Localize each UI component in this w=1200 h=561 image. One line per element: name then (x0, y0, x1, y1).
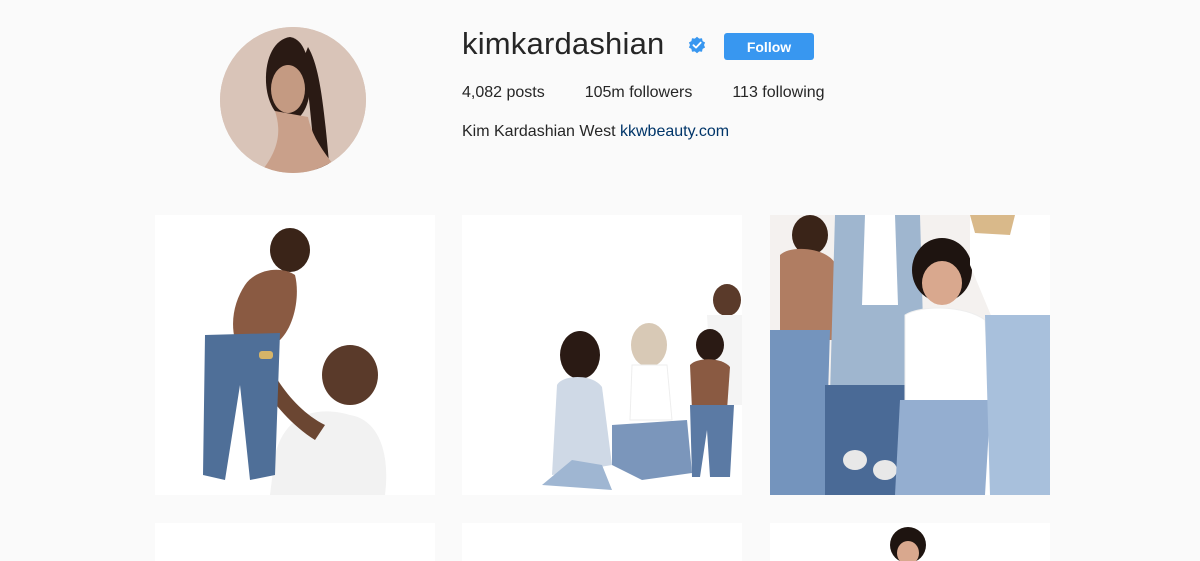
post-image (770, 523, 1050, 561)
followers-count[interactable]: 105m followers (585, 84, 693, 102)
avatar-image (220, 27, 366, 173)
post-thumbnail[interactable] (155, 215, 435, 495)
profile-stats: 4,082 posts 105m followers 113 following (462, 84, 865, 102)
post-thumbnail[interactable] (462, 523, 742, 561)
profile-avatar[interactable] (220, 27, 366, 173)
post-image (462, 523, 742, 561)
post-image (462, 215, 742, 495)
posts-count: 4,082 posts (462, 84, 545, 101)
post-thumbnail[interactable] (770, 523, 1050, 561)
profile-username: kimkardashian (462, 26, 665, 61)
bio-full-name: Kim Kardashian West (462, 123, 616, 140)
post-thumbnail[interactable] (155, 523, 435, 561)
post-image (155, 523, 435, 561)
bio-link[interactable]: kkwbeauty.com (620, 123, 729, 140)
post-thumbnail[interactable] (770, 215, 1050, 495)
profile-bio: Kim Kardashian West kkwbeauty.com (462, 123, 729, 141)
post-image (155, 215, 435, 495)
following-count[interactable]: 113 following (732, 84, 824, 102)
post-thumbnail[interactable] (462, 215, 742, 495)
post-image (770, 215, 1050, 495)
follow-button[interactable]: Follow (724, 33, 814, 60)
verified-badge-icon (688, 36, 706, 54)
